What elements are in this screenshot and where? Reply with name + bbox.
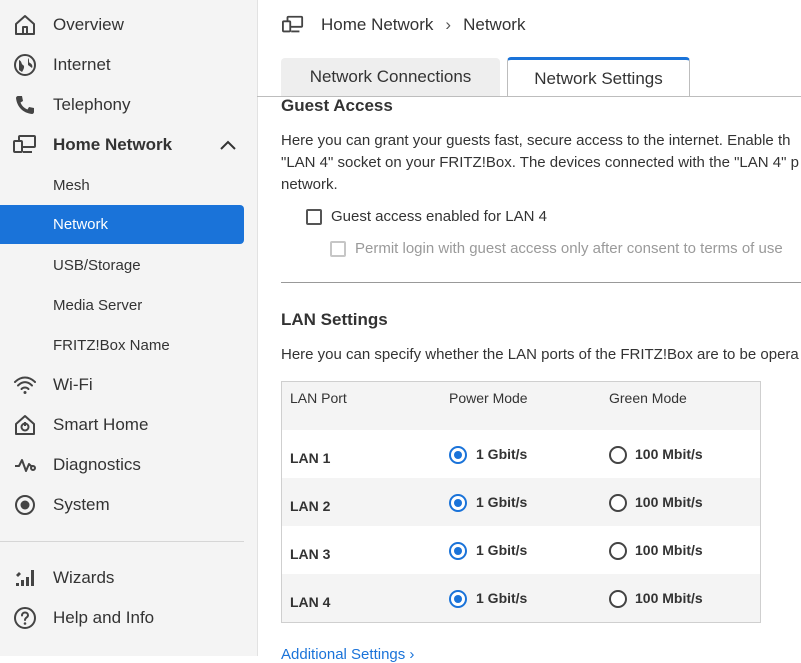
sidebar-item-label: Overview — [53, 15, 124, 34]
sidebar-item-label: Smart Home — [53, 415, 149, 434]
sidebar-subitem-usb-storage[interactable]: USB/Storage — [0, 246, 244, 285]
monitor-network-icon — [12, 133, 38, 157]
wizard-icon — [12, 566, 38, 590]
guest-access-text-line-2: "LAN 4" socket on your FRITZ!Box. The de… — [281, 154, 799, 171]
lan-ports-table: LAN Port Power Mode Green Mode LAN 1 1 G… — [281, 381, 761, 623]
sidebar-item-telephony[interactable]: Telephony — [0, 85, 257, 125]
sidebar-item-label: Help and Info — [53, 608, 155, 627]
guest-access-title: Guest Access — [281, 96, 393, 115]
smart-home-icon — [12, 413, 38, 437]
wifi-icon — [12, 373, 38, 397]
sidebar-item-label: Diagnostics — [53, 455, 141, 474]
sidebar-subitem-label: Mesh — [53, 177, 90, 194]
table-row: LAN 4 1 Gbit/s 100 Mbit/s — [282, 574, 760, 622]
column-header-power-mode: Power Mode — [449, 390, 528, 406]
sidebar-item-internet[interactable]: Internet — [0, 45, 257, 85]
sidebar-item-label: Home Network — [53, 135, 173, 154]
help-icon — [12, 606, 38, 630]
guest-access-text-line-3: network. — [281, 176, 338, 193]
green-mode-radio[interactable] — [609, 446, 627, 464]
lan-port-name: LAN 3 — [290, 546, 331, 562]
terms-consent-label: Permit login with guest access only afte… — [355, 240, 783, 257]
green-mode-label[interactable]: 100 Mbit/s — [635, 494, 703, 510]
sidebar-item-wizards[interactable]: Wizards — [0, 558, 257, 598]
table-row: LAN 2 1 Gbit/s 100 Mbit/s — [282, 478, 760, 526]
sidebar-item-wifi[interactable]: Wi-Fi — [0, 365, 257, 405]
monitor-network-icon — [281, 14, 305, 36]
table-row: LAN 1 1 Gbit/s 100 Mbit/s — [282, 430, 760, 478]
sidebar-subitem-label: Network — [53, 216, 109, 233]
sidebar-item-system[interactable]: System — [0, 485, 257, 525]
phone-icon — [12, 93, 38, 117]
guest-access-lan4-label[interactable]: Guest access enabled for LAN 4 — [331, 208, 547, 225]
tab-network-connections[interactable]: Network Connections — [281, 58, 500, 96]
power-mode-label[interactable]: 1 Gbit/s — [476, 542, 527, 558]
sidebar-item-label: Telephony — [53, 95, 131, 114]
power-mode-radio[interactable] — [449, 494, 467, 512]
sidebar-item-label: Wizards — [53, 568, 115, 587]
tab-network-settings[interactable]: Network Settings — [507, 57, 690, 97]
power-mode-radio[interactable] — [449, 590, 467, 608]
column-header-green-mode: Green Mode — [609, 390, 687, 406]
tab-label: Network Connections — [309, 67, 472, 86]
sidebar-subitem-label: FRITZ!Box Name — [53, 337, 170, 354]
sidebar-item-label: Internet — [53, 55, 111, 74]
table-row: LAN 3 1 Gbit/s 100 Mbit/s — [282, 526, 760, 574]
green-mode-radio[interactable] — [609, 542, 627, 560]
lan-port-name: LAN 2 — [290, 498, 331, 514]
sidebar-item-diagnostics[interactable]: Diagnostics — [0, 445, 257, 485]
breadcrumb-home-network[interactable]: Home Network — [321, 15, 433, 35]
power-mode-radio[interactable] — [449, 446, 467, 464]
sidebar-subitem-media-server[interactable]: Media Server — [0, 286, 244, 325]
sidebar-subitem-label: USB/Storage — [53, 257, 141, 274]
sidebar-item-label: Wi-Fi — [53, 375, 93, 394]
green-mode-radio[interactable] — [609, 494, 627, 512]
sidebar: Overview Internet Telephony Home Network… — [0, 0, 258, 656]
sidebar-subitem-network[interactable]: Network — [0, 205, 244, 244]
section-divider — [281, 282, 801, 283]
green-mode-label[interactable]: 100 Mbit/s — [635, 542, 703, 558]
guest-access-lan4-checkbox[interactable] — [306, 209, 322, 225]
breadcrumb: Home Network › Network — [321, 15, 525, 35]
home-icon — [12, 13, 38, 37]
green-mode-label[interactable]: 100 Mbit/s — [635, 590, 703, 606]
power-mode-label[interactable]: 1 Gbit/s — [476, 590, 527, 606]
lan-settings-title: LAN Settings — [281, 310, 388, 329]
sidebar-item-label: System — [53, 495, 110, 514]
column-header-lan-port: LAN Port — [290, 390, 347, 406]
power-mode-label[interactable]: 1 Gbit/s — [476, 494, 527, 510]
system-icon — [12, 493, 38, 517]
green-mode-label[interactable]: 100 Mbit/s — [635, 446, 703, 462]
additional-settings-link[interactable]: Additional Settings › — [281, 646, 414, 663]
breadcrumb-separator: › — [445, 15, 452, 34]
breadcrumb-network: Network — [463, 15, 526, 34]
guest-access-text-line-1: Here you can grant your guests fast, sec… — [281, 132, 791, 149]
chevron-up-icon[interactable] — [218, 137, 238, 153]
tab-label: Network Settings — [534, 68, 663, 88]
sidebar-subitem-fritzbox-name[interactable]: FRITZ!Box Name — [0, 326, 244, 365]
sidebar-item-home-network[interactable]: Home Network — [0, 125, 257, 165]
lan-port-name: LAN 1 — [290, 450, 331, 466]
power-mode-label[interactable]: 1 Gbit/s — [476, 446, 527, 462]
sidebar-item-smart-home[interactable]: Smart Home — [0, 405, 257, 445]
power-mode-radio[interactable] — [449, 542, 467, 560]
diagnostics-icon — [12, 453, 38, 477]
sidebar-item-help[interactable]: Help and Info — [0, 598, 257, 638]
terms-consent-checkbox[interactable] — [330, 241, 346, 257]
green-mode-radio[interactable] — [609, 590, 627, 608]
sidebar-subitem-mesh[interactable]: Mesh — [0, 166, 244, 205]
lan-port-name: LAN 4 — [290, 594, 331, 610]
sidebar-divider — [0, 541, 244, 542]
sidebar-item-overview[interactable]: Overview — [0, 5, 257, 45]
lan-settings-text: Here you can specify whether the LAN por… — [281, 346, 799, 363]
globe-icon — [12, 53, 38, 77]
sidebar-subitem-label: Media Server — [53, 297, 143, 314]
